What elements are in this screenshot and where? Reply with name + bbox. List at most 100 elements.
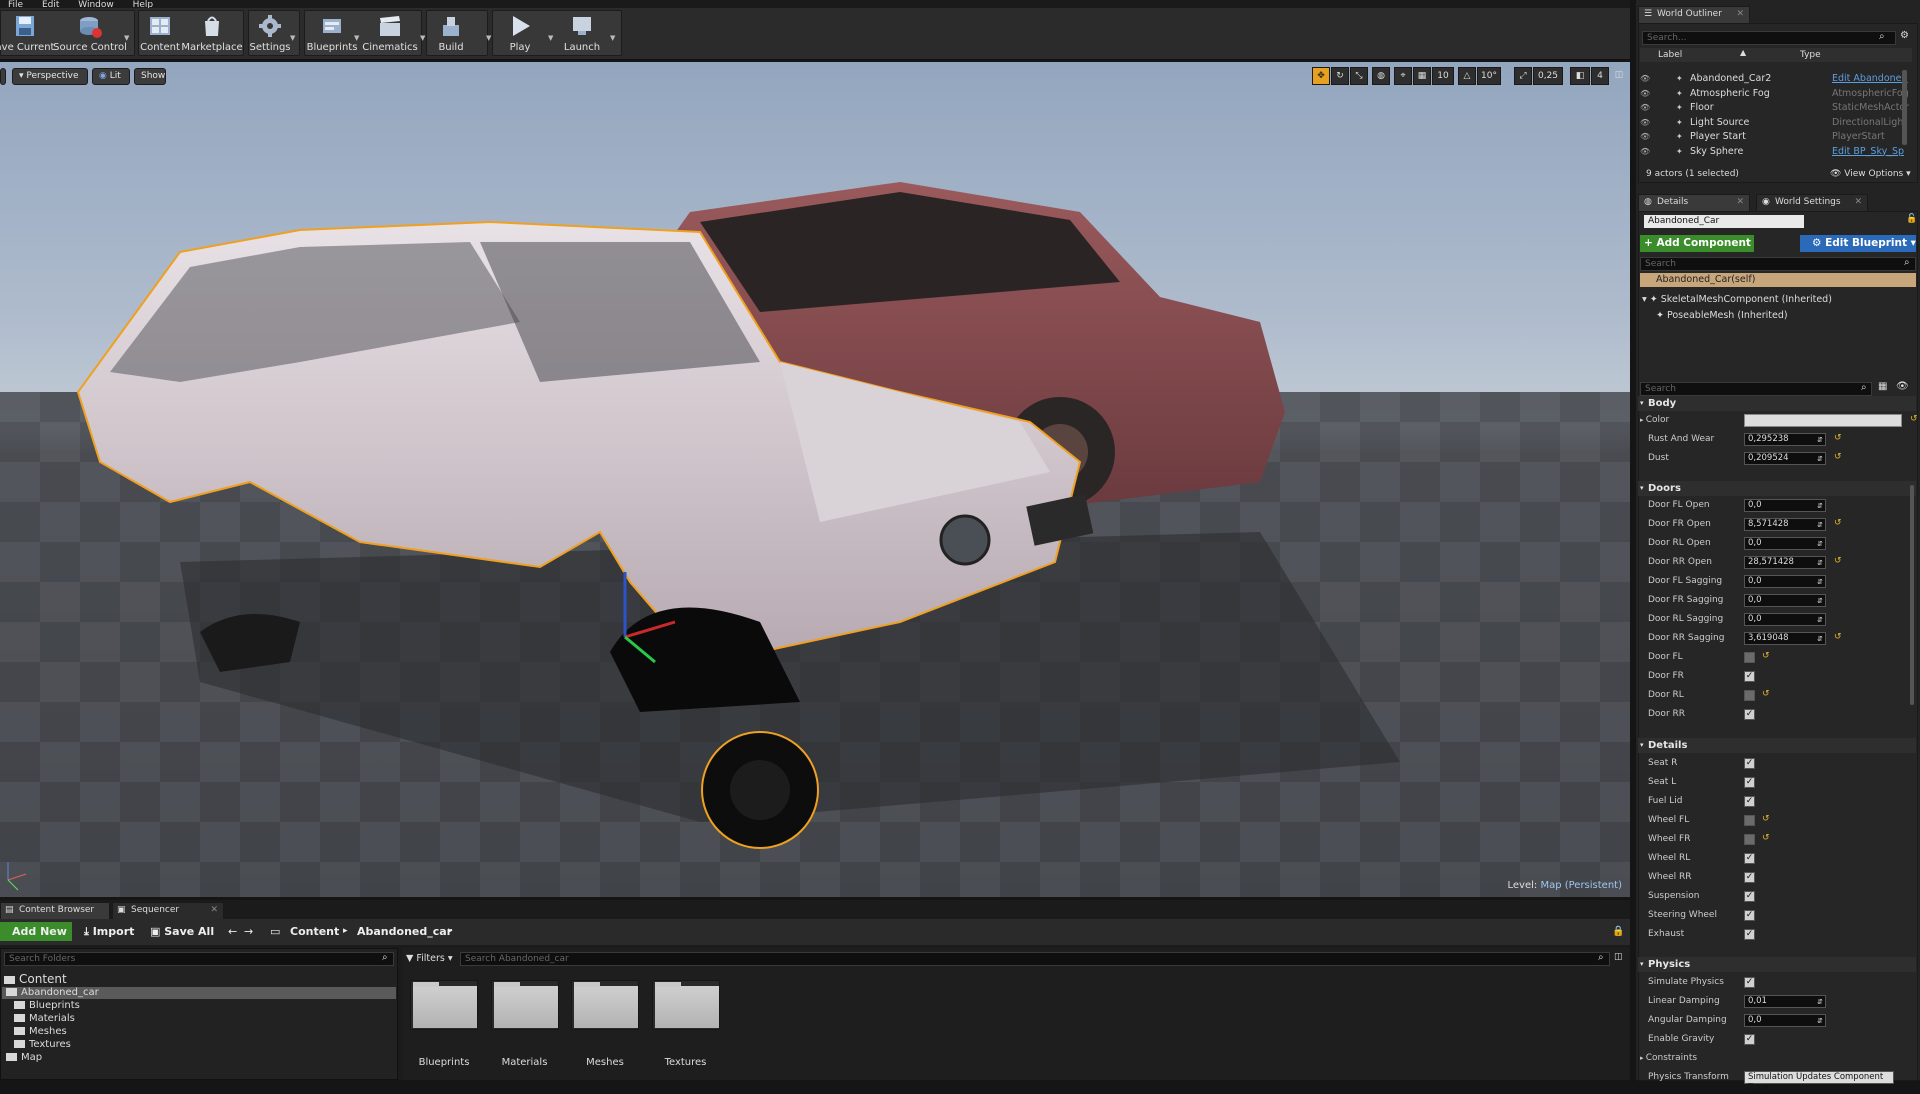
visibility-eye-icon[interactable]: 👁 [1640,87,1652,101]
search-folders-input[interactable]: Search Folders [4,952,394,966]
camera-speed-icon[interactable]: ◧ [1570,67,1590,85]
reset-to-default-icon[interactable]: ↺ [1834,452,1842,462]
translate-mode-icon[interactable]: ✥ [1312,67,1330,85]
outliner-search-input[interactable]: Search... [1642,31,1896,45]
visibility-eye-icon[interactable]: 👁 [1640,116,1652,130]
spinner-icon[interactable]: ⇵ [1817,435,1823,446]
outliner-row[interactable]: 👁 ✦ Light Source DirectionalLight [1640,116,1912,130]
component-poseable-mesh[interactable]: ✦ PoseableMesh (Inherited) [1656,310,1788,321]
marketplace-button[interactable]: Marketplace [181,10,243,56]
tree-abandoned-car[interactable]: Abandoned_car [6,987,99,998]
scale-snap-value[interactable]: 0,25 [1533,67,1563,85]
lock-icon[interactable]: 🔓 [1906,214,1917,224]
outliner-options-icon[interactable]: ⚙ [1900,30,1909,41]
tree-folder-item[interactable]: Materials [14,1013,75,1024]
spinner-icon[interactable]: ⇵ [1817,520,1823,531]
prop-checkbox[interactable]: ✓ [1744,758,1755,769]
property-search-input[interactable]: Search [1640,382,1872,396]
settings-button[interactable]: Settings [250,10,291,56]
breadcrumb-arrow-icon[interactable]: ▸ [448,922,453,941]
viewport-menu-button[interactable] [0,68,6,85]
section-details[interactable]: ▾ Details [1638,738,1916,753]
prop-checkbox[interactable]: ✓ [1744,671,1755,682]
rotation-snap-value[interactable]: 10° [1477,67,1501,85]
close-icon[interactable]: ✕ [1736,7,1744,22]
add-component-button[interactable]: + Add Component ▾ [1640,235,1754,266]
spinner-icon[interactable]: ⇵ [1817,577,1823,588]
world-local-icon[interactable]: ◍ [1372,67,1390,85]
blueprints-dropdown-icon[interactable]: ▼ [354,34,359,42]
prop-number-input[interactable]: 0,0 ⇵ [1744,537,1826,550]
save-all-button[interactable]: ▣ Save All [150,922,214,941]
reset-to-default-icon[interactable]: ↺ [1910,414,1918,424]
breadcrumb-abandoned-car[interactable]: Abandoned_car [357,922,452,941]
source-control-button[interactable]: Source Control [53,10,127,56]
blueprints-button[interactable]: Blueprints [306,10,358,56]
spinner-icon[interactable]: ⇵ [1817,997,1823,1008]
grid-snap-icon[interactable]: ▦ [1413,67,1431,85]
actor-type[interactable]: Edit BP_Sky_Sp [1832,145,1904,159]
surface-snap-icon[interactable]: ⌖ [1394,67,1412,85]
prop-checkbox[interactable]: ✓ [1744,929,1755,940]
actor-name-field[interactable]: Abandoned_Car [1644,215,1804,228]
rotation-snap-icon[interactable]: △ [1458,67,1476,85]
prop-number-input[interactable]: 0,0 ⇵ [1744,499,1826,512]
prop-checkbox[interactable] [1744,652,1755,663]
cinematics-button[interactable]: Cinematics [362,10,418,56]
cinematics-dropdown-icon[interactable]: ▼ [420,34,425,42]
tab-world-outliner[interactable]: ☰ World Outliner ✕ [1638,6,1750,23]
lit-button[interactable]: ◉ Lit [92,68,130,85]
filters-button[interactable]: ▼ Filters ▾ [406,952,456,966]
outliner-row[interactable]: 👁 ✦ Sky Sphere Edit BP_Sky_Sp [1640,145,1912,159]
asset-folder-tile[interactable] [490,980,559,1030]
tree-folder-item[interactable]: Textures [14,1039,71,1050]
component-search-input[interactable]: Search [1640,257,1916,271]
play-dropdown-icon[interactable]: ▼ [548,34,553,42]
prop-constraints[interactable]: ▸ Constraints [1640,1050,1908,1069]
settings-dropdown-icon[interactable]: ▼ [290,34,295,42]
prop-checkbox[interactable]: ✓ [1744,872,1755,883]
show-button[interactable]: Show [134,68,166,85]
enable-gravity-checkbox[interactable]: ✓ [1744,1034,1755,1045]
reset-to-default-icon[interactable]: ↺ [1762,689,1770,699]
reset-to-default-icon[interactable]: ↺ [1834,556,1842,566]
close-icon[interactable]: ✕ [1854,195,1862,210]
column-type[interactable]: Type [1800,50,1821,60]
actor-type[interactable]: Edit Abandoned [1832,72,1908,86]
prop-checkbox[interactable]: ✓ [1744,891,1755,902]
linear-damping-input[interactable]: 0,01 ⇵ [1744,995,1826,1008]
outliner-row[interactable]: 👁 ✦ Player Start PlayerStart [1640,130,1912,144]
close-icon[interactable]: ✕ [1736,195,1744,210]
breadcrumb-content[interactable]: Content [290,922,339,941]
scale-snap-icon[interactable]: ⤢ [1514,67,1532,85]
outliner-row[interactable]: 👁 ✦ Floor StaticMeshActor [1640,101,1912,115]
launch-button[interactable]: Launch [560,10,604,56]
perspective-button[interactable]: ▾ Perspective [12,68,88,85]
prop-checkbox[interactable]: ✓ [1744,910,1755,921]
tree-root-content[interactable]: Content [4,972,67,986]
outliner-scrollbar[interactable] [1902,70,1907,145]
tree-map[interactable]: Map [6,1052,42,1063]
simulate-physics-checkbox[interactable]: ✓ [1744,977,1755,988]
prop-checkbox[interactable]: ✓ [1744,853,1755,864]
view-options-button[interactable]: 👁 View Options ▾ [1830,169,1911,179]
tab-world-settings[interactable]: ◉ World Settings ✕ [1756,194,1868,211]
visibility-eye-icon[interactable]: 👁 [1640,72,1652,86]
prop-checkbox[interactable]: ✓ [1744,796,1755,807]
spinner-icon[interactable]: ⇵ [1817,558,1823,569]
outliner-row[interactable]: 👁 ✦ Atmospheric Fog AtmosphericFog [1640,87,1912,101]
visibility-options-icon[interactable]: 👁 [1896,381,1909,392]
save-search-icon[interactable]: ◫ [1614,952,1623,962]
component-skeletal-mesh[interactable]: ▾ ✦ SkeletalMeshComponent (Inherited) [1642,294,1832,305]
visibility-eye-icon[interactable]: 👁 [1640,145,1652,159]
visibility-eye-icon[interactable]: 👁 [1640,130,1652,144]
reset-to-default-icon[interactable]: ↺ [1762,651,1770,661]
component-self-row[interactable]: Abandoned_Car(self) [1640,273,1916,287]
property-matrix-icon[interactable]: ▦ [1878,381,1887,392]
prop-checkbox[interactable]: ✓ [1744,709,1755,720]
reset-to-default-icon[interactable]: ↺ [1762,833,1770,843]
asset-folder-tile[interactable] [410,980,478,1030]
maximize-viewport-icon[interactable]: ◫ [1612,67,1626,85]
section-doors[interactable]: ▾ Doors [1638,481,1916,496]
spinner-icon[interactable]: ⇵ [1817,596,1823,607]
